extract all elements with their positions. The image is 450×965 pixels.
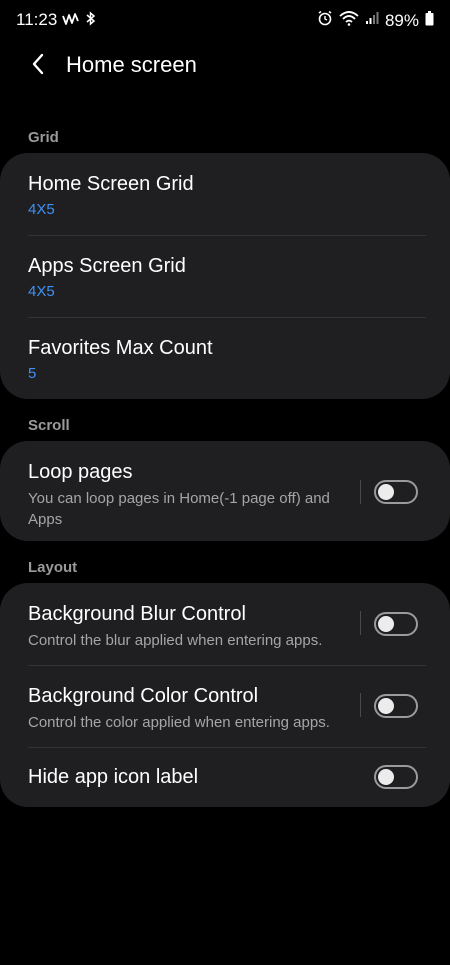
status-left-icons (62, 11, 96, 31)
setting-title: Background Color Control (28, 685, 259, 707)
signal-icon (365, 11, 379, 30)
setting-description: You can loop pages in Home(-1 page off) … (28, 490, 330, 528)
grid-settings-card: Home Screen Grid 4X5 Apps Screen Grid 4X… (0, 153, 450, 399)
setting-value: 4X5 (28, 201, 55, 218)
app-header: Home screen (0, 44, 450, 88)
section-label-grid: Grid (28, 129, 59, 146)
back-button[interactable] (22, 50, 54, 82)
setting-background-color-control[interactable]: Background Color Control Control the col… (28, 685, 350, 733)
setting-apps-screen-grid[interactable]: Apps Screen Grid 4X5 (28, 255, 422, 300)
scroll-settings-card: Loop pages You can loop pages in Home(-1… (0, 441, 450, 541)
setting-title: Loop pages (28, 461, 133, 483)
toggle-knob (378, 698, 394, 714)
status-bar: 11:23 89% (0, 0, 450, 40)
vertical-divider (360, 693, 361, 717)
vertical-divider (360, 611, 361, 635)
setting-description: Control the blur applied when entering a… (28, 632, 323, 649)
setting-title: Hide app icon label (28, 766, 199, 788)
status-time: 11:23 (16, 10, 58, 29)
toggle-knob (378, 484, 394, 500)
activity-icon (62, 12, 80, 31)
background-blur-toggle[interactable] (374, 612, 418, 636)
setting-hide-app-icon-label[interactable]: Hide app icon label (28, 766, 350, 789)
chevron-left-icon (31, 53, 45, 80)
setting-description: Control the color applied when entering … (28, 714, 330, 731)
setting-loop-pages[interactable]: Loop pages You can loop pages in Home(-1… (28, 461, 350, 530)
divider (28, 235, 426, 236)
setting-favorites-max-count[interactable]: Favorites Max Count 5 (28, 337, 422, 382)
setting-title: Home Screen Grid (28, 173, 194, 195)
bluetooth-icon (86, 11, 96, 31)
setting-value: 5 (28, 365, 37, 382)
toggle-knob (378, 616, 394, 632)
setting-background-blur-control[interactable]: Background Blur Control Control the blur… (28, 603, 350, 651)
status-right-icons: 89% (317, 10, 434, 31)
divider (28, 317, 426, 318)
vertical-divider (360, 480, 361, 504)
background-color-toggle[interactable] (374, 694, 418, 718)
divider (28, 747, 426, 748)
section-label-scroll: Scroll (28, 417, 70, 434)
hide-app-icon-label-toggle[interactable] (374, 765, 418, 789)
setting-title: Favorites Max Count (28, 337, 213, 359)
setting-title: Background Blur Control (28, 603, 246, 625)
toggle-knob (378, 769, 394, 785)
alarm-icon (317, 10, 333, 31)
section-label-layout: Layout (28, 559, 78, 576)
wifi-icon (339, 10, 359, 31)
loop-pages-toggle[interactable] (374, 480, 418, 504)
battery-icon (425, 10, 434, 31)
setting-title: Apps Screen Grid (28, 255, 186, 277)
divider (28, 665, 426, 666)
setting-value: 4X5 (28, 283, 55, 300)
setting-home-screen-grid[interactable]: Home Screen Grid 4X5 (28, 173, 422, 218)
battery-percent: 89% (384, 10, 419, 30)
layout-settings-card: Background Blur Control Control the blur… (0, 583, 450, 807)
page-title: Home screen (66, 52, 197, 77)
